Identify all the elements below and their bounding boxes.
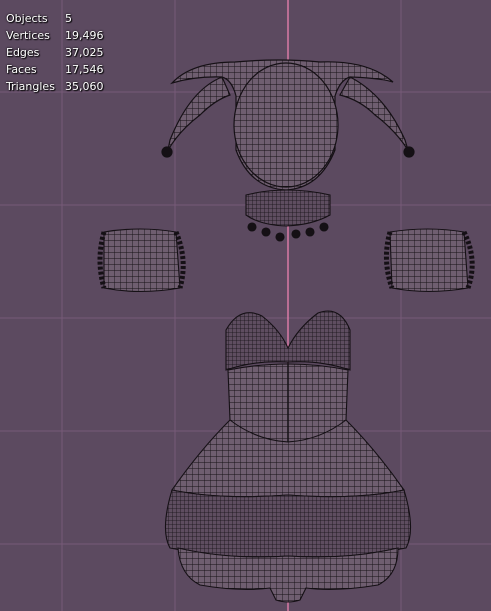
stat-row-faces: Faces 17,546: [6, 61, 104, 78]
stat-row-vertices: Vertices 19,496: [6, 27, 104, 44]
stat-row-triangles: Triangles 35,060: [6, 78, 104, 95]
stat-value: 17,546: [65, 63, 104, 76]
stat-row-edges: Edges 37,025: [6, 44, 104, 61]
3d-viewport[interactable]: Objects 5 Vertices 19,496 Edges 37,025 F…: [0, 0, 491, 611]
stat-row-objects: Objects 5: [6, 10, 104, 27]
stat-label: Objects: [6, 12, 48, 25]
stat-label: Vertices: [6, 29, 50, 42]
stat-label: Triangles: [6, 80, 55, 93]
stat-value: 35,060: [65, 80, 104, 93]
dress-mesh[interactable]: [164, 310, 412, 603]
statistics-overlay: Objects 5 Vertices 19,496 Edges 37,025 F…: [6, 10, 104, 95]
stat-value: 5: [65, 12, 72, 25]
stat-label: Edges: [6, 46, 40, 59]
stat-value: 19,496: [65, 29, 104, 42]
stat-value: 37,025: [65, 46, 104, 59]
jester-hat-mesh[interactable]: [161, 59, 415, 191]
cuff-left-mesh[interactable]: [97, 228, 186, 293]
cuff-right-mesh[interactable]: [384, 228, 475, 293]
stat-label: Faces: [6, 63, 37, 76]
